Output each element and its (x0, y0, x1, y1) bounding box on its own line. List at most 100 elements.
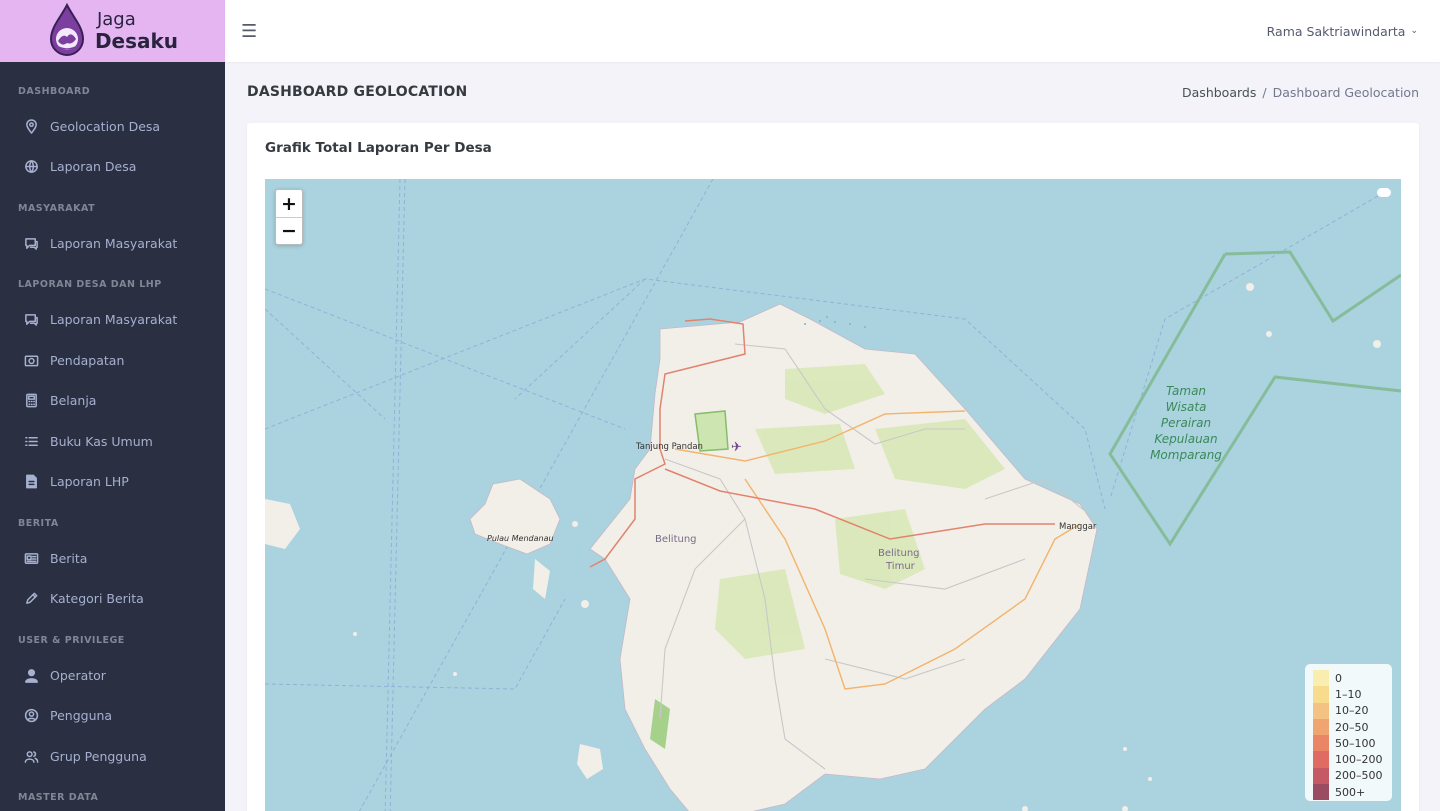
user-name: Rama Saktriawindarta (1266, 23, 1406, 39)
water-drop-logo-icon (49, 3, 84, 56)
sidebar-item-geolocation-desa[interactable]: Geolocation Desa (0, 106, 225, 147)
calculator-icon (23, 393, 39, 409)
edit-icon (23, 591, 39, 607)
label-taman-2: Wisata (1166, 400, 1207, 414)
legend-swatch (1313, 702, 1329, 719)
sidebar-item-pendapatan[interactable]: Pendapatan (0, 340, 225, 381)
legend-row: 50–100 (1313, 735, 1386, 752)
sidebar-menu: DASHBOARD Geolocation Desa Laporan Desa … (0, 62, 225, 811)
label-belitung: Belitung (655, 534, 697, 545)
sidebar-item-label: Grup Pengguna (50, 748, 147, 764)
label-belitung-timur-1: Belitung (878, 548, 920, 559)
sidebar-item-label: Operator (50, 667, 106, 683)
legend-swatch (1313, 751, 1329, 768)
zoom-out-button[interactable]: − (276, 217, 302, 244)
legend-swatch (1313, 670, 1329, 687)
label-taman-5: Momparang (1150, 448, 1222, 462)
legend-row: 20–50 (1313, 718, 1386, 736)
sidebar-item-label: Kategori Berita (50, 591, 144, 607)
legend-row: 1–10 (1313, 686, 1386, 703)
section-dashboard: DASHBOARD (18, 85, 91, 97)
user-menu[interactable]: Rama Saktriawindarta ⌄ (1267, 24, 1418, 39)
legend-label: 20–50 (1335, 720, 1369, 734)
sidebar-item-laporan-lhp[interactable]: Laporan LHP (0, 462, 225, 503)
location-pin-icon (23, 118, 39, 134)
legend-row: 500+ (1313, 784, 1386, 801)
sidebar-item-label: Geolocation Desa (50, 118, 161, 134)
sidebar-item-label: Buku Kas Umum (50, 433, 153, 449)
legend-label: 50–100 (1335, 736, 1376, 750)
label-pulau-mendanau: Pulau Mendanau (487, 534, 554, 543)
brand-name-line2: Desaku (94, 29, 179, 53)
label-tanjung-pandan: Tanjung Pandan (635, 442, 703, 452)
sidebar-item-belanja[interactable]: Belanja (0, 381, 225, 422)
sidebar-item-buku-kas-umum[interactable]: Buku Kas Umum (0, 421, 225, 462)
sidebar-item-operator[interactable]: Operator (0, 655, 225, 696)
legend-swatch (1313, 686, 1329, 703)
sidebar-item-label: Pendapatan (50, 352, 125, 368)
sidebar-item-label: Belanja (50, 393, 97, 409)
breadcrumb-dashboards[interactable]: Dashboards (1182, 85, 1256, 100)
legend-label: 500+ (1335, 785, 1366, 799)
layer-toggle[interactable] (1377, 188, 1391, 197)
breadcrumb: Dashboards / Dashboard Geolocation (1182, 85, 1419, 100)
sidebar-item-label: Laporan LHP (50, 474, 129, 490)
card-title: Grafik Total Laporan Per Desa (265, 140, 492, 156)
chevron-down-icon: ⌄ (1410, 26, 1418, 36)
section-masyarakat: MASYARAKAT (18, 202, 96, 214)
legend-row: 0 (1313, 670, 1386, 687)
legend-label: 0 (1335, 671, 1342, 685)
breadcrumb-current: Dashboard Geolocation (1272, 84, 1419, 100)
sidebar-item-laporan-masyarakat[interactable]: Laporan Masyarakat (0, 223, 225, 264)
camera-icon (23, 352, 39, 368)
brand-name-line1: Jaga (96, 9, 136, 30)
legend-row: 100–200 (1313, 751, 1386, 768)
users-icon (23, 748, 39, 764)
list-icon (23, 433, 39, 449)
label-taman-3: Perairan (1161, 416, 1211, 430)
sidebar-item-grup-pengguna[interactable]: Grup Pengguna (0, 736, 225, 777)
legend-row: 10–20 (1313, 702, 1386, 719)
section-berita: BERITA (18, 517, 59, 529)
legend-label: 1–10 (1335, 687, 1362, 701)
page-header: DASHBOARD GEOLOCATION Dashboards / Dashb… (247, 78, 1419, 106)
sidebar-item-berita[interactable]: Berita (0, 538, 225, 579)
airport-icon: ✈ (731, 440, 742, 455)
legend-swatch (1313, 735, 1329, 752)
label-belitung-timur-2: Timur (885, 561, 916, 572)
section-master-data: MASTER DATA (18, 792, 99, 803)
map-card: Grafik Total Laporan Per Desa ✈ Tanjung … (247, 123, 1419, 811)
label-taman-4: Kepulauan (1154, 432, 1217, 446)
legend-swatch (1313, 767, 1329, 785)
sidebar-item-kategori-berita[interactable]: Kategori Berita (0, 579, 225, 620)
zoom-in-button[interactable]: + (276, 190, 302, 217)
hamburger-icon[interactable]: ☰ (241, 21, 257, 42)
sidebar-item-pengguna[interactable]: Pengguna (0, 696, 225, 737)
map-view[interactable]: ✈ Tanjung Pandan Manggar Belitung Belitu… (265, 179, 1401, 811)
user-circle-icon (23, 708, 39, 724)
sidebar-item-laporan-desa[interactable]: Laporan Desa (0, 147, 225, 188)
chat-icon (23, 235, 39, 251)
section-user-privilege: USER & PRIVILEGE (18, 634, 125, 646)
news-icon (23, 550, 39, 566)
page-title: DASHBOARD GEOLOCATION (247, 84, 468, 100)
topbar: ☰ Rama Saktriawindarta ⌄ (225, 0, 1440, 62)
map-tiles: ✈ Tanjung Pandan Manggar Belitung Belitu… (265, 179, 1401, 811)
file-icon (23, 474, 39, 490)
brand-logo-area[interactable]: Jaga Desaku (0, 0, 225, 62)
label-taman-1: Taman (1166, 384, 1206, 398)
legend-label: 10–20 (1335, 704, 1369, 718)
sidebar-item-label: Berita (50, 550, 88, 566)
legend-row: 200–500 (1313, 767, 1386, 785)
globe-icon (23, 159, 39, 175)
label-manggar: Manggar (1059, 522, 1097, 532)
legend-label: 200–500 (1335, 769, 1383, 783)
map-legend: 0 1–10 10–20 20–50 50–100 100–200 200–50… (1305, 664, 1392, 801)
sidebar-item-label: Laporan Masyarakat (50, 235, 178, 251)
legend-swatch (1313, 718, 1329, 736)
sidebar-item-laporan-masyarakat-2[interactable]: Laporan Masyarakat (0, 300, 225, 341)
zoom-control: + − (275, 189, 303, 245)
breadcrumb-separator: / (1262, 84, 1267, 100)
section-laporan-desa-lhp: LAPORAN DESA DAN LHP (18, 279, 162, 290)
sidebar-item-label: Pengguna (50, 708, 113, 724)
